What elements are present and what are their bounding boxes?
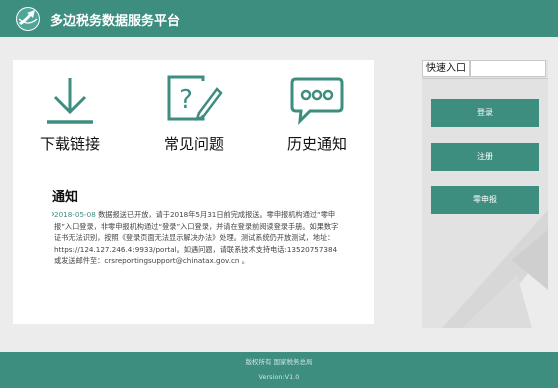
main-panel: 下载链接 ? 常见问题 历史通知 通知 › 2018-05-08 数据报送已开放… <box>13 60 374 324</box>
zero-report-button[interactable]: 零申报 <box>431 186 539 214</box>
chat-bubble-icon <box>290 77 344 126</box>
notice-title: 通知 <box>52 190 79 205</box>
login-button[interactable]: 登录 <box>431 99 539 127</box>
history-notice-link[interactable]: 历史通知 <box>272 75 362 154</box>
header-bar: 多边税务数据服务平台 <box>0 0 558 37</box>
notice-date[interactable]: 2018-05-08 <box>54 210 96 219</box>
quick-search-input[interactable] <box>470 60 546 77</box>
tab-divider <box>422 78 548 79</box>
faq-link-label: 常见问题 <box>163 135 224 153</box>
app-title: 多边税务数据服务平台 <box>50 14 181 29</box>
notice-text: 数据报送已开放，请于2018年5月31日前完成报送。零申报机构通过“零申报”入口… <box>54 210 339 266</box>
download-icon <box>47 78 93 124</box>
footer-bar: 版权所有 国家税务总局 Version:V1.0 <box>0 352 558 388</box>
footer-version: Version:V1.0 <box>258 373 300 381</box>
register-button[interactable]: 注册 <box>431 143 539 171</box>
footer-copyright: 版权所有 国家税务总局 <box>245 358 313 366</box>
download-link[interactable]: 下载链接 <box>25 75 115 154</box>
quick-access-panel: 快速入口 登录 注册 零申报 <box>422 60 548 328</box>
globe-arrow-logo-icon <box>16 7 40 31</box>
download-link-label: 下载链接 <box>39 135 100 153</box>
notice-body: 2018-05-08 数据报送已开放，请于2018年5月31日前完成报送。零申报… <box>54 209 344 267</box>
faq-link[interactable]: ? 常见问题 <box>149 75 239 154</box>
svg-text:?: ? <box>179 85 193 115</box>
history-notice-link-label: 历史通知 <box>286 135 347 153</box>
faq-question-icon: ? <box>167 75 223 121</box>
tab-quick-access[interactable]: 快速入口 <box>422 60 470 77</box>
